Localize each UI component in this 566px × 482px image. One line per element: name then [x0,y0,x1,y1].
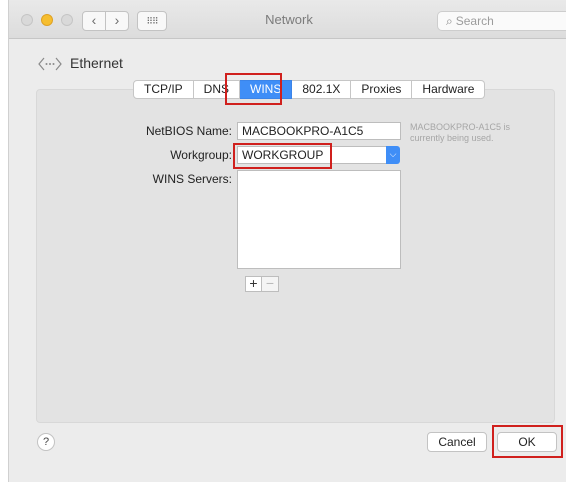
add-server-button[interactable]: + [245,276,262,292]
minimize-window-button[interactable] [41,14,53,26]
back-button[interactable]: ‹ [82,11,106,31]
help-button[interactable]: ? [37,433,55,451]
magnifier-icon: ⌕ [446,14,453,28]
tab-tcpip[interactable]: TCP/IP [133,80,194,99]
tab-hardware[interactable]: Hardware [412,80,486,99]
title-bar: ‹ › ⠿⠿ Network ⌕ Search [9,0,566,39]
wins-servers-list[interactable] [237,170,401,269]
close-window-button[interactable] [21,14,33,26]
highlight-ok-button [492,425,563,458]
grid-icon: ⠿⠿ [146,16,158,26]
netbios-name-field[interactable]: MACBOOKPRO-A1C5 [237,122,401,140]
zoom-window-button[interactable] [61,14,73,26]
service-title: Ethernet [70,55,123,71]
tab-8021x[interactable]: 802.1X [292,80,352,99]
highlight-wins-tab [225,73,282,105]
workgroup-dropdown-button[interactable]: ⌵ [386,146,400,164]
forward-button[interactable]: › [105,11,129,31]
window-title: Network [265,12,313,27]
highlight-workgroup-field [233,143,332,169]
chevron-right-icon: › [114,12,120,28]
cancel-button[interactable]: Cancel [427,432,487,452]
show-all-button[interactable]: ⠿⠿ [137,11,167,31]
search-field[interactable]: ⌕ Search [437,11,566,31]
netbios-name-label: NetBIOS Name: [145,124,232,138]
remove-server-button[interactable]: − [262,276,279,292]
tab-proxies[interactable]: Proxies [351,80,413,99]
network-window: ‹ › ⠿⠿ Network ⌕ Search Ethernet TCP/IP D… [8,0,566,482]
search-placeholder: Search [455,14,494,28]
ethernet-icon [38,57,62,71]
tab-bar: TCP/IP DNS WINS 802.1X Proxies Hardware [133,80,486,99]
workgroup-label: Workgroup: [170,148,232,162]
chevron-left-icon: ‹ [91,12,97,28]
chevron-down-icon: ⌵ [389,149,397,159]
netbios-name-note: MACBOOKPRO-A1C5 is currently being used. [410,122,511,143]
wins-servers-label: WINS Servers: [152,172,232,186]
